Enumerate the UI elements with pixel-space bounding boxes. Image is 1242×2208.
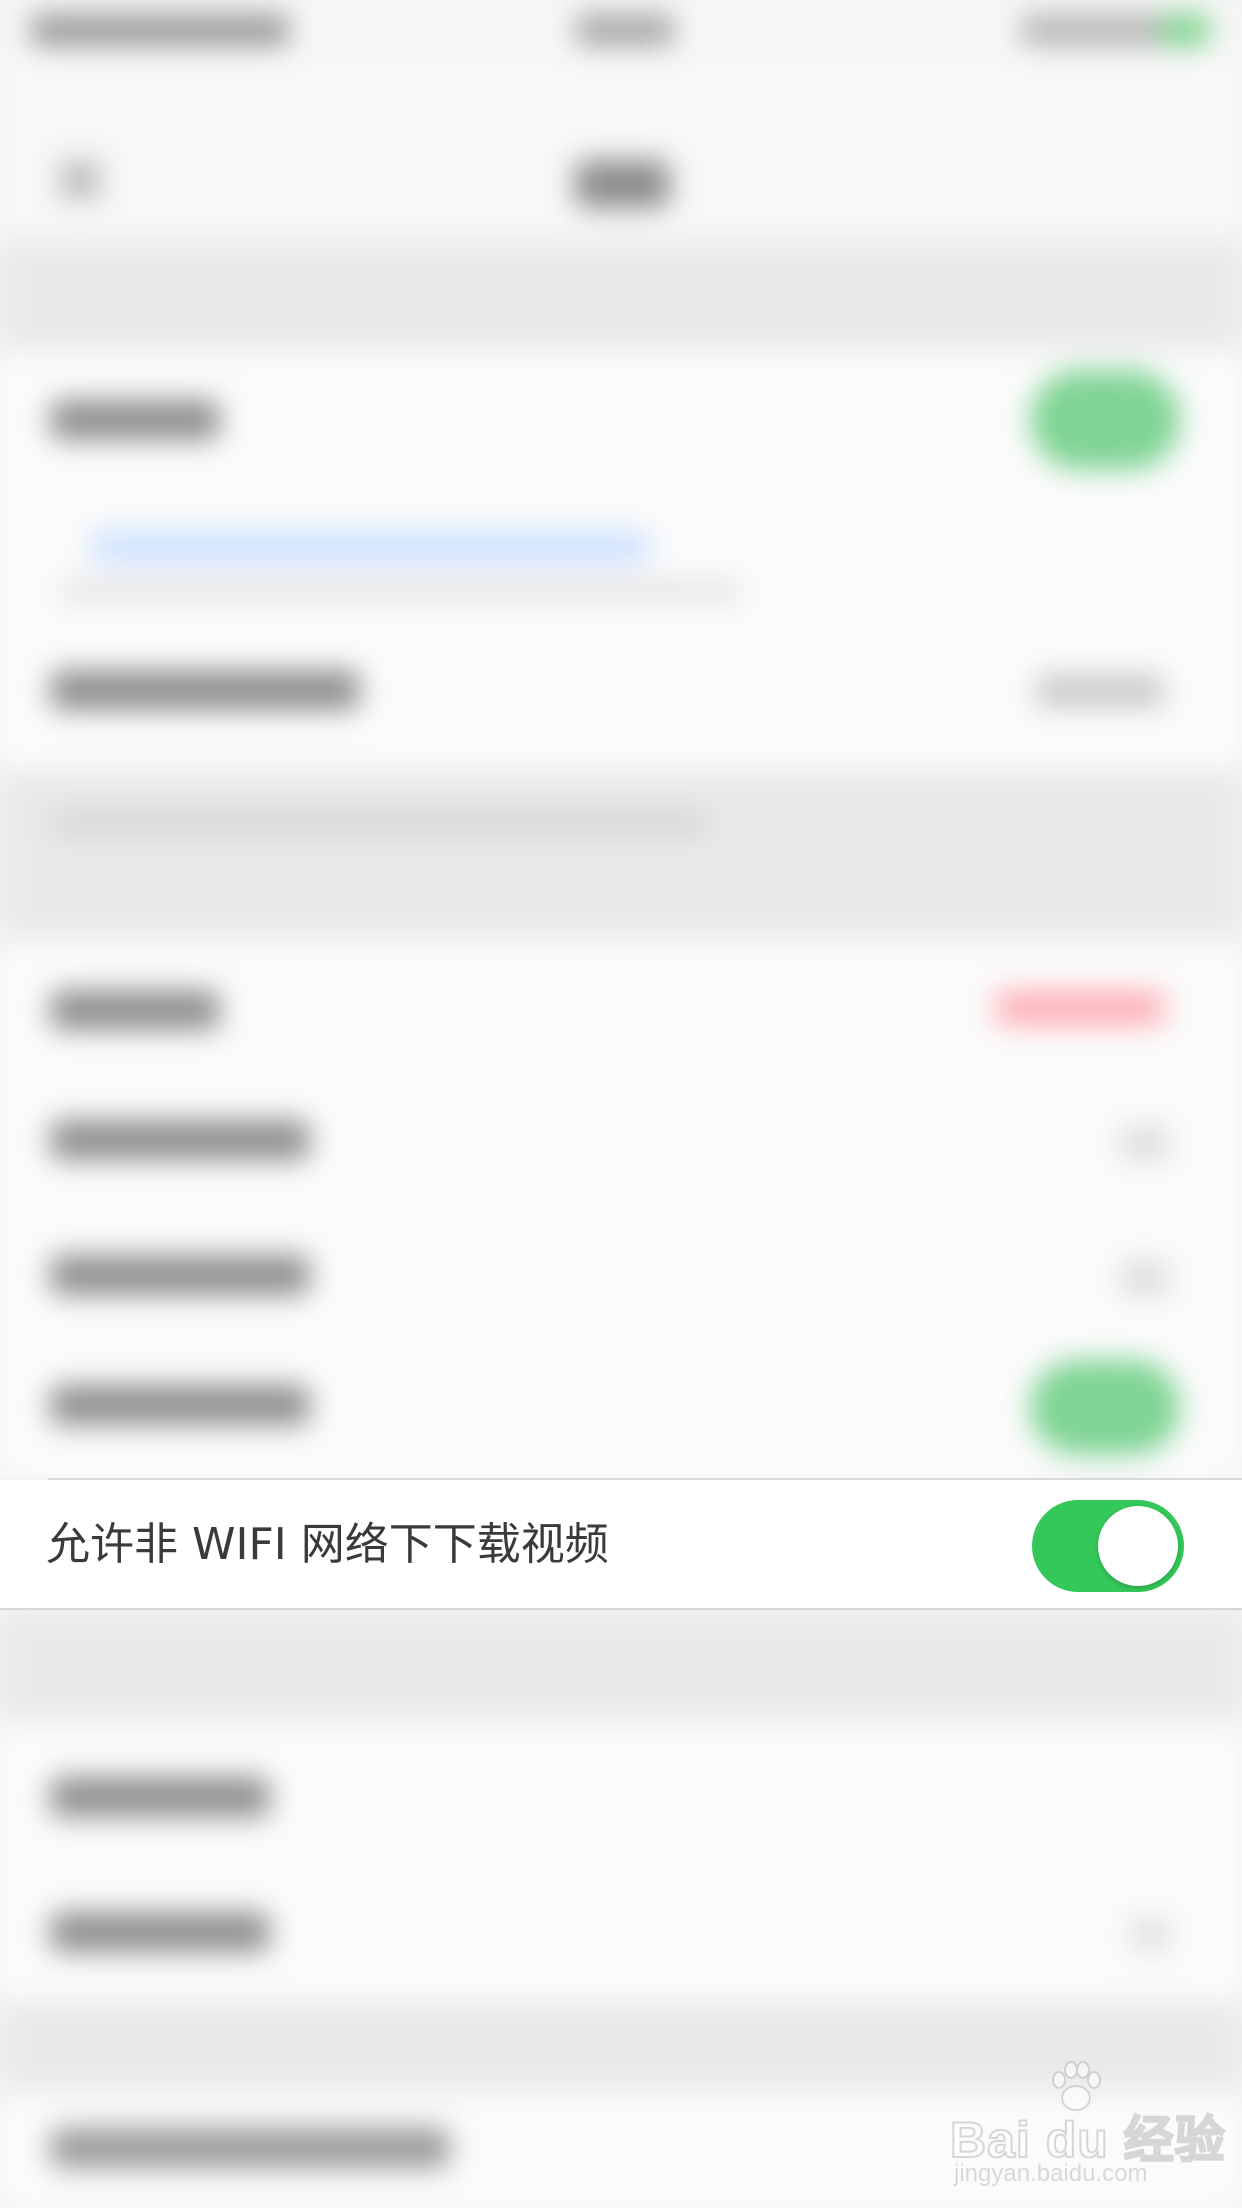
navigation-bar [0, 60, 1242, 274]
section-gap [0, 240, 1242, 350]
battery-icon [1160, 14, 1210, 46]
section-gap [0, 770, 1242, 940]
allow-non-wifi-download-row: 允许非 WIFI 网络下下载视频 [0, 1478, 1242, 1610]
setting-value [1035, 675, 1165, 707]
toggle-knob [1098, 1506, 1178, 1586]
section-note [50, 810, 710, 836]
chevron-right-icon [1130, 1917, 1170, 1951]
chevron-right-icon [1120, 1260, 1170, 1296]
settings-screen: 允许非 WIFI 网络下下载视频 Bai du 经验 jingyan.baidu… [0, 0, 1242, 2208]
setting-label [50, 1120, 310, 1160]
setting-label [50, 2128, 450, 2168]
setting-label [50, 670, 360, 710]
setting-label [50, 400, 220, 440]
settings-card-2 [0, 940, 1242, 1480]
toggle-switch[interactable] [1030, 1360, 1180, 1455]
status-bar [0, 0, 1242, 60]
setting-label [50, 1255, 310, 1295]
setting-label [50, 1385, 310, 1425]
non-wifi-download-toggle[interactable] [1032, 1500, 1184, 1592]
setting-label [50, 1912, 270, 1952]
baidu-jingyan-watermark: Bai du 经验 jingyan.baidu.com [949, 2060, 1226, 2190]
blurred-description [60, 580, 740, 602]
setting-label [50, 1777, 270, 1817]
chevron-right-icon [1120, 1125, 1170, 1161]
status-battery [1020, 14, 1170, 46]
blurred-background [0, 0, 1242, 2208]
settings-card-3 [0, 1722, 1242, 2002]
status-time [575, 14, 675, 46]
watermark-url: jingyan.baidu.com [954, 2160, 1148, 2187]
status-badge [995, 990, 1165, 1026]
page-title [575, 160, 670, 208]
toggle-switch[interactable] [1030, 370, 1180, 470]
section-gap [0, 1612, 1242, 1722]
status-carrier [30, 14, 290, 46]
back-icon[interactable] [60, 160, 100, 200]
setting-label [50, 990, 220, 1030]
setting-label: 允许非 WIFI 网络下下载视频 [46, 1519, 609, 1570]
settings-card-1 [0, 350, 1242, 770]
blurred-link[interactable] [90, 530, 650, 564]
